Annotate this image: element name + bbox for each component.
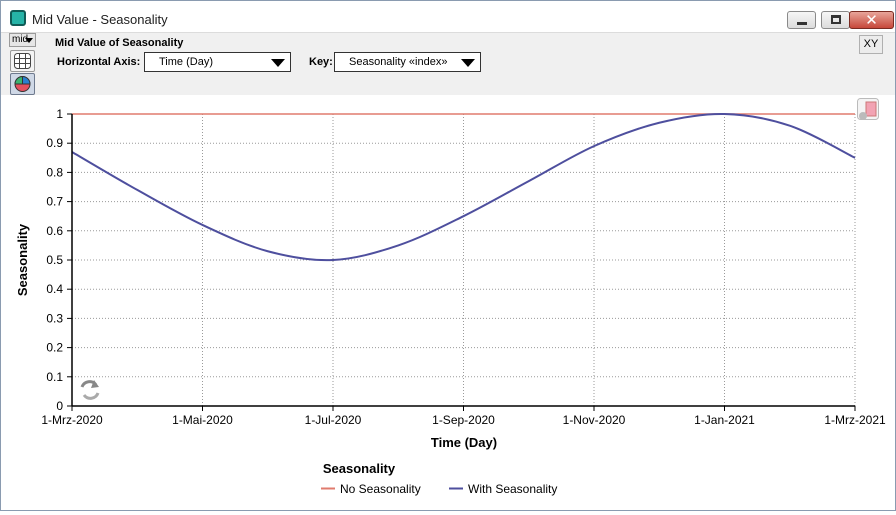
close-icon: ✕ [865, 11, 878, 29]
result-toolbar: mid Mid Value of Seasonality Horizontal … [1, 33, 895, 95]
y-tick-label: 0 [56, 399, 63, 413]
maximize-button[interactable] [821, 11, 850, 29]
graph-view-button[interactable] [10, 73, 35, 95]
x-tick-label: 1-Jan-2021 [694, 413, 755, 427]
grid-lines [72, 113, 856, 406]
result-window: Mid Value - Seasonality ✕ mid Mid Value … [0, 0, 896, 511]
y-tick-label: 0.7 [46, 195, 63, 209]
x-axis-title: Time (Day) [431, 435, 497, 450]
x-tick-label: 1-Sep-2020 [432, 413, 495, 427]
y-tick-label: 1 [56, 107, 63, 121]
legend-label-no-seasonality: No Seasonality [340, 482, 421, 496]
y-axis-title: Seasonality [15, 223, 30, 296]
result-title: Mid Value of Seasonality [55, 37, 184, 49]
chart-settings-icon[interactable] [857, 98, 879, 121]
horizontal-axis-label: Horizontal Axis: [57, 56, 141, 68]
line-chart: 0 0.1 0.2 0.3 0.4 0.5 0.6 0.7 0.8 0.9 1 1-Mrz-2020… [15, 98, 886, 496]
x-tick-label: 1-Mai-2020 [172, 413, 233, 427]
chevron-down-icon [25, 38, 33, 43]
x-tick-label: 1-Jul-2020 [305, 413, 362, 427]
y-tick-label: 0.3 [46, 311, 63, 325]
y-tick-label: 0.6 [46, 224, 63, 238]
horizontal-axis-value: Time (Day) [159, 56, 213, 68]
x-tick-label: 1-Nov-2020 [563, 413, 626, 427]
chart-area: 0 0.1 0.2 0.3 0.4 0.5 0.6 0.7 0.8 0.9 1 1-Mrz-2020… [1, 95, 895, 510]
app-icon [10, 10, 26, 26]
table-view-button[interactable] [10, 50, 35, 72]
y-axis-ticks: 0 0.1 0.2 0.3 0.4 0.5 0.6 0.7 0.8 0.9 1 [46, 107, 72, 413]
x-axis-ticks: 1-Mrz-2020 1-Mai-2020 1-Jul-2020 1-Sep-2020… [41, 406, 886, 427]
close-button[interactable]: ✕ [849, 11, 894, 29]
y-tick-label: 0.2 [46, 341, 63, 355]
key-label: Key: [309, 56, 333, 68]
minimize-icon [797, 22, 807, 25]
table-icon [14, 53, 31, 69]
uncertainty-view-dropdown[interactable]: mid [9, 33, 36, 47]
key-select[interactable]: Seasonality «index» [334, 52, 481, 72]
rotate-chart-icon[interactable] [80, 380, 100, 400]
legend-label-with-seasonality: With Seasonality [468, 482, 557, 496]
x-tick-label: 1-Mrz-2021 [824, 413, 886, 427]
horizontal-axis-select[interactable]: Time (Day) [144, 52, 291, 72]
y-tick-label: 0.4 [46, 282, 63, 296]
y-tick-label: 0.1 [46, 370, 63, 384]
y-tick-label: 0.9 [46, 136, 63, 150]
window-title: Mid Value - Seasonality [32, 12, 168, 27]
title-bar[interactable]: Mid Value - Seasonality ✕ [1, 1, 895, 33]
dropdown-arrow-icon [461, 59, 475, 67]
y-tick-label: 0.8 [46, 165, 63, 179]
xy-button[interactable]: XY [859, 35, 883, 54]
key-value: Seasonality «index» [349, 56, 448, 68]
maximize-icon [831, 15, 841, 24]
minimize-button[interactable] [787, 11, 816, 29]
y-tick-label: 0.5 [46, 253, 63, 267]
x-tick-label: 1-Mrz-2020 [41, 413, 103, 427]
graph-icon [14, 75, 31, 92]
legend-title: Seasonality [323, 461, 396, 476]
dropdown-arrow-icon [271, 59, 285, 67]
